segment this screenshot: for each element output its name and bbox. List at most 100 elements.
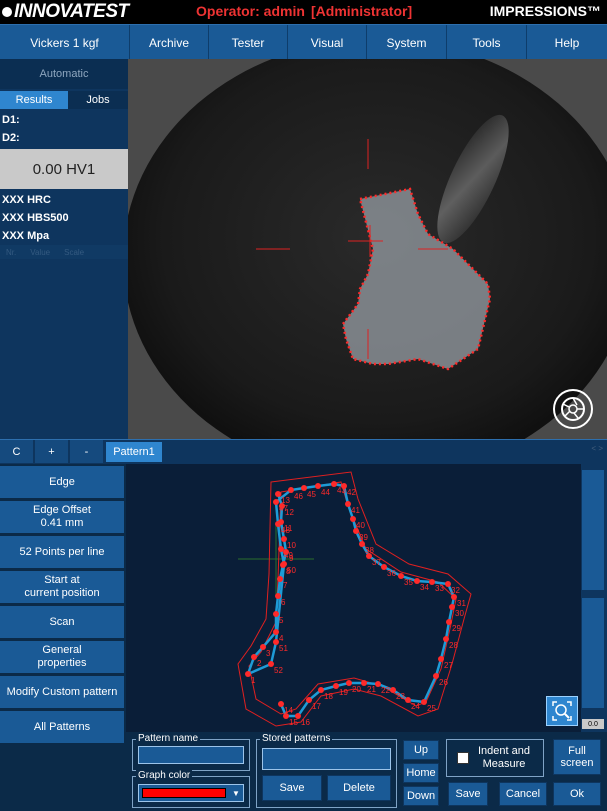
pattern-point-label: 1 bbox=[251, 676, 256, 685]
chevron-down-icon[interactable]: ▼ bbox=[229, 785, 243, 801]
general-properties-button[interactable]: General properties bbox=[0, 641, 124, 674]
clear-button[interactable]: C bbox=[0, 440, 34, 463]
stored-patterns-select[interactable] bbox=[262, 748, 391, 770]
edge-button[interactable]: Edge bbox=[0, 466, 124, 499]
pattern-point-label: 32 bbox=[451, 586, 460, 595]
tab-results[interactable]: Results bbox=[0, 91, 68, 109]
specimen-image bbox=[128, 59, 607, 439]
col-value: Value bbox=[30, 247, 51, 257]
pattern-point-label: 45 bbox=[307, 490, 316, 499]
operator-label: Operator: admin bbox=[196, 3, 305, 19]
zoom-fit-icon[interactable] bbox=[546, 696, 578, 726]
indent-measure-label: Indent and Measure bbox=[478, 745, 530, 770]
indent-measure-checkbox[interactable] bbox=[457, 752, 469, 764]
tab-pattern1[interactable]: Pattern1 bbox=[106, 442, 162, 462]
modify-custom-pattern-button[interactable]: Modify Custom pattern bbox=[0, 676, 124, 709]
role-label: [Administrator] bbox=[311, 3, 413, 19]
pattern-point-label: 29 bbox=[452, 624, 461, 633]
col-nr: Nr. bbox=[6, 247, 17, 257]
pattern-point-label: 48 bbox=[281, 526, 290, 535]
mode-indicator[interactable]: Automatic bbox=[0, 59, 128, 89]
add-pattern-button[interactable]: + bbox=[35, 440, 69, 463]
graph-color-select[interactable]: ▼ bbox=[138, 784, 244, 802]
pattern-point-label: 40 bbox=[356, 521, 365, 530]
menu-help[interactable]: Help bbox=[527, 25, 607, 60]
pattern-point-label: 20 bbox=[352, 685, 361, 694]
camera-view[interactable] bbox=[128, 59, 607, 439]
product-name: IMPRESSIONS™ bbox=[489, 3, 601, 19]
menu-vickers-scale[interactable]: Vickers 1 kgf bbox=[0, 25, 130, 60]
full-screen-button[interactable]: Full screen bbox=[553, 739, 601, 775]
menu-tools[interactable]: Tools bbox=[447, 25, 527, 60]
pattern-point-label: 26 bbox=[439, 678, 448, 687]
ok-button[interactable]: Ok bbox=[553, 782, 601, 806]
tab-jobs[interactable]: Jobs bbox=[68, 91, 128, 109]
innovatest-logo: INNOVATEST bbox=[2, 1, 129, 23]
pattern-point-label: 25 bbox=[427, 704, 436, 713]
conversion-hrc: XXX HRC bbox=[2, 194, 51, 206]
pattern-point-label: 10 bbox=[287, 541, 296, 550]
scan-button[interactable]: Scan bbox=[0, 606, 124, 639]
pattern-point-label: 37 bbox=[372, 558, 381, 567]
pattern-point-label: 16 bbox=[301, 718, 310, 727]
conversion-mpa: XXX Mpa bbox=[2, 230, 50, 242]
pattern-point-label: 36 bbox=[387, 569, 396, 578]
remove-pattern-button[interactable]: - bbox=[70, 440, 104, 463]
tab-scroll-arrows[interactable]: < > bbox=[591, 444, 603, 453]
pattern-point-label: 19 bbox=[339, 688, 348, 697]
indent-measure-toggle[interactable]: Indent and Measure bbox=[446, 739, 544, 777]
pattern-point-label: 5 bbox=[279, 616, 284, 625]
hardness-value: 0.00 HV1 bbox=[0, 149, 128, 189]
pattern-point-label: 33 bbox=[435, 584, 444, 593]
cancel-button[interactable]: Cancel bbox=[499, 782, 547, 806]
pattern-point-label: 34 bbox=[420, 583, 429, 592]
pattern-editor-canvas[interactable]: 1 2 3 4 5 6 7 8 9 10 11 12 13 14 15 16 17 18 19 20 21 22 23 24 2… bbox=[126, 464, 581, 732]
scrollbar-thumb-lower[interactable] bbox=[582, 598, 604, 708]
main-menu: Vickers 1 kgf Archive Tester Visual Syst… bbox=[0, 24, 607, 60]
logo-dot-icon bbox=[2, 7, 12, 17]
edge-offset-button[interactable]: Edge Offset 0.41 mm bbox=[0, 501, 124, 534]
down-button[interactable]: Down bbox=[403, 786, 439, 806]
stored-patterns-legend: Stored patterns bbox=[260, 733, 333, 744]
pattern-point-label: 2 bbox=[257, 659, 262, 668]
menu-visual[interactable]: Visual bbox=[288, 25, 367, 60]
scrollbar-thumb-upper[interactable] bbox=[582, 470, 604, 590]
points-per-line-button[interactable]: 52 Points per line bbox=[0, 536, 124, 569]
pattern-point-label: 49 bbox=[284, 551, 293, 560]
pattern-point-label: 23 bbox=[396, 692, 405, 701]
pattern-drawing: 123456789101112131415 161718 19 20 21 222324 2… bbox=[237, 471, 472, 727]
pattern-point-label: 47 bbox=[279, 504, 288, 513]
save-button[interactable]: Save bbox=[448, 782, 488, 806]
pattern-point-label: 38 bbox=[365, 546, 374, 555]
pattern-point-label: 21 bbox=[367, 685, 376, 694]
start-position-button[interactable]: Start at current position bbox=[0, 571, 124, 604]
pattern-point-label: 46 bbox=[294, 492, 303, 501]
pattern-point-label: 17 bbox=[312, 702, 321, 711]
menu-archive[interactable]: Archive bbox=[130, 25, 209, 60]
menu-system[interactable]: System bbox=[367, 25, 447, 60]
graph-color-legend: Graph color bbox=[136, 770, 193, 781]
pattern-point-label: 52 bbox=[274, 666, 283, 675]
up-button[interactable]: Up bbox=[403, 740, 439, 760]
pattern-point-label: 42 bbox=[347, 488, 356, 497]
home-button[interactable]: Home bbox=[403, 763, 439, 783]
stored-delete-button[interactable]: Delete bbox=[327, 775, 391, 801]
conversion-hbs: XXX HBS500 bbox=[2, 212, 69, 224]
pattern-name-input[interactable] bbox=[138, 746, 244, 764]
pattern-point-label: 44 bbox=[321, 488, 330, 497]
camera-shutter-icon[interactable] bbox=[553, 389, 593, 429]
pattern-point-label: 18 bbox=[324, 692, 333, 701]
all-patterns-button[interactable]: All Patterns bbox=[0, 711, 124, 744]
pattern-point-label: 4 bbox=[279, 634, 284, 643]
col-scale: Scale bbox=[64, 247, 85, 257]
pattern-point-label: 31 bbox=[457, 599, 466, 608]
pattern-point-label: 43 bbox=[337, 486, 346, 495]
menu-tester[interactable]: Tester bbox=[209, 25, 288, 60]
pattern-point-label: 41 bbox=[351, 506, 360, 515]
pattern-point-label: 35 bbox=[404, 578, 413, 587]
pattern-point-label: 6 bbox=[281, 598, 286, 607]
pattern-point-label: 30 bbox=[455, 609, 464, 618]
stored-save-button[interactable]: Save bbox=[262, 775, 322, 801]
pattern-point-label: 3 bbox=[266, 649, 271, 658]
pattern-point-label: 15 bbox=[289, 718, 298, 727]
